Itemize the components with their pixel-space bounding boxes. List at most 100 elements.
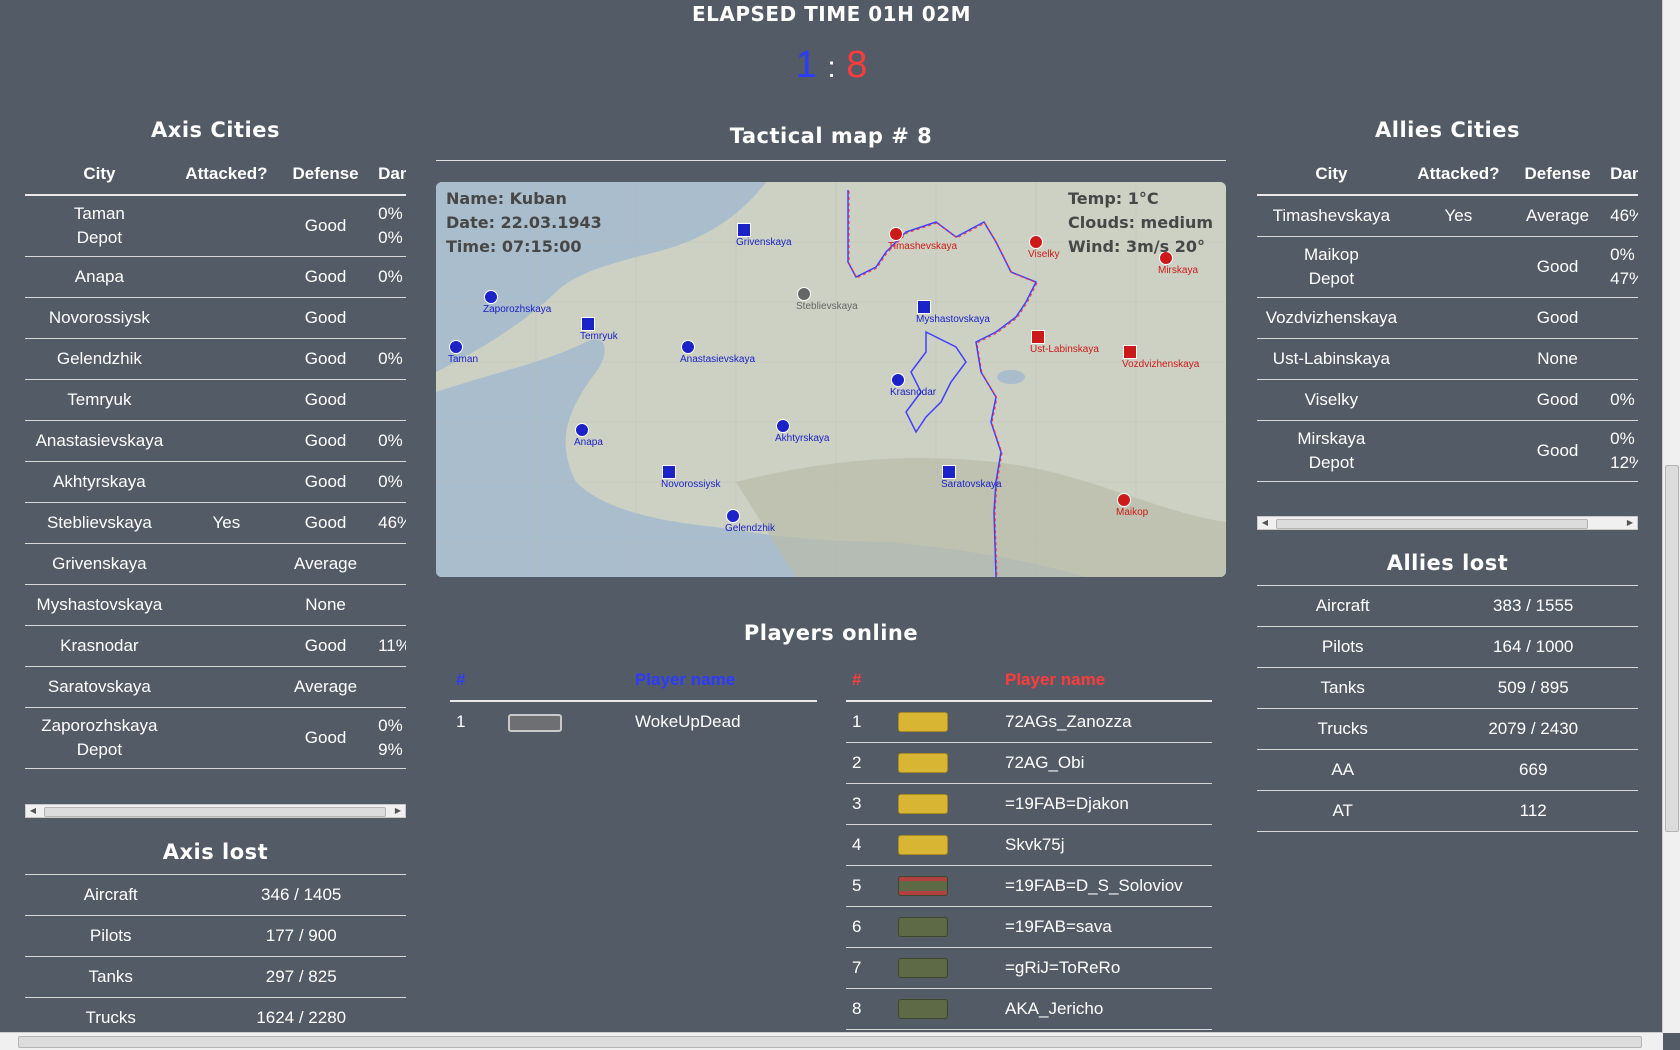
city-row: Saratovskaya Average (25, 666, 406, 708)
scroll-thumb[interactable] (44, 807, 386, 817)
col-defense[interactable]: Defense (279, 154, 373, 196)
map-divider (436, 160, 1226, 161)
player-rank (502, 701, 629, 742)
player-name[interactable]: =19FAB=D_S_Soloviov (999, 865, 1212, 907)
map-marker[interactable] (776, 419, 790, 433)
tactical-map[interactable]: Grivenskaya Timashevskaya Viselky Mirskaya Z… (436, 182, 1226, 577)
map-marker[interactable] (917, 300, 931, 314)
city-defense: Good (279, 195, 373, 257)
damage-line: 47% (1610, 269, 1638, 288)
scroll-right-icon[interactable]: ▶ (391, 805, 405, 817)
player-rank (892, 988, 999, 1030)
map-marker[interactable] (737, 223, 751, 237)
player-row[interactable]: 4 Skvk75j (846, 824, 1212, 866)
player-row[interactable]: 3 =19FAB=Djakon (846, 783, 1212, 825)
map-city-label: Zaporozhskaya (483, 304, 552, 315)
city-defense: Good (279, 338, 373, 380)
scroll-right-icon[interactable]: ▶ (1623, 517, 1637, 529)
col-damage[interactable]: Dama (1604, 154, 1638, 196)
city-damage (1604, 297, 1638, 339)
player-row[interactable]: 8 AKA_Jericho (846, 988, 1212, 1030)
city-name: Saratovskaya (25, 666, 174, 708)
map-marker[interactable] (575, 423, 589, 437)
lost-label: AT (1257, 790, 1429, 832)
scroll-left-icon[interactable]: ◀ (26, 805, 40, 817)
map-marker[interactable] (581, 317, 595, 331)
city-damage: 0%12% (1604, 420, 1638, 482)
map-marker[interactable] (1123, 345, 1137, 359)
page-vertical-scrollbar[interactable] (1662, 0, 1680, 1033)
city-attacked (1405, 297, 1512, 339)
player-row[interactable]: 7 =gRiJ=ToReRo (846, 947, 1212, 989)
city-attacked (173, 666, 280, 708)
lost-label: AA (1257, 749, 1429, 791)
map-marker[interactable] (891, 373, 905, 387)
map-marker[interactable] (797, 287, 811, 301)
col-attacked[interactable]: Attacked? (1405, 154, 1512, 196)
player-name[interactable]: WokeUpDead (629, 701, 817, 742)
col-city[interactable]: City (25, 154, 174, 196)
player-row[interactable]: 5 =19FAB=D_S_Soloviov (846, 865, 1212, 907)
player-num: 1 (456, 712, 466, 731)
map-marker[interactable] (1029, 235, 1043, 249)
axis-col-name: Player name (629, 660, 817, 702)
col-attacked[interactable]: Attacked? (173, 154, 280, 196)
col-defense[interactable]: Defense (1511, 154, 1605, 196)
player-num: 8 (846, 988, 892, 1030)
map-city-label: Saratovskaya (941, 479, 1002, 490)
map-marker[interactable] (1031, 330, 1045, 344)
city-name-line: Steblievskaya (46, 513, 152, 532)
city-name-line: Novorossiysk (48, 308, 150, 327)
map-city-label: Temryuk (580, 331, 618, 342)
col-city[interactable]: City (1257, 154, 1406, 196)
axis-cities-scrollbar[interactable]: ◀ ▶ (25, 804, 406, 818)
player-rank (892, 824, 999, 866)
rank-insignia-icon (898, 999, 948, 1020)
city-attacked (1405, 420, 1512, 482)
scroll-thumb[interactable] (1276, 519, 1588, 529)
player-row[interactable]: 1 72AGs_Zanozza (846, 701, 1212, 743)
player-row[interactable]: 2 72AG_Obi (846, 742, 1212, 784)
city-damage: 46% (372, 502, 406, 544)
city-name-line: Gelendzhik (56, 349, 142, 368)
scroll-thumb[interactable] (18, 1036, 1642, 1048)
lost-label: Pilots (1257, 626, 1429, 668)
damage-line: 0% (378, 472, 403, 491)
city-name-line: Anastasievskaya (35, 431, 164, 450)
map-marker[interactable] (1117, 493, 1131, 507)
map-marker[interactable] (662, 465, 676, 479)
player-rank (892, 701, 999, 743)
city-defense: Good (279, 379, 373, 421)
map-city-label: Akhtyrskaya (775, 433, 830, 444)
page-horizontal-scrollbar[interactable] (0, 1032, 1663, 1050)
map-city-label: Viselky (1028, 249, 1060, 260)
city-attacked: Yes (173, 502, 280, 544)
map-name: Name: Kuban (446, 189, 567, 208)
player-name[interactable]: 72AG_Obi (999, 742, 1212, 784)
map-marker[interactable] (484, 290, 498, 304)
damage-line (378, 593, 406, 617)
player-name[interactable]: =19FAB=sava (999, 906, 1212, 948)
map-marker[interactable] (449, 340, 463, 354)
allies-col-num: # (846, 660, 892, 702)
player-name[interactable]: AKA_Jericho (999, 988, 1212, 1030)
player-row[interactable]: 6 =19FAB=sava (846, 906, 1212, 948)
player-name[interactable]: =gRiJ=ToReRo (999, 947, 1212, 989)
city-damage: 11% (372, 625, 406, 667)
map-marker[interactable] (681, 340, 695, 354)
scroll-thumb[interactable] (1665, 465, 1679, 832)
city-defense: Good (279, 461, 373, 503)
player-name[interactable]: 72AGs_Zanozza (999, 701, 1212, 743)
lost-label: Aircraft (25, 874, 197, 916)
col-damage[interactable]: Damag (372, 154, 406, 196)
player-row[interactable]: 1 WokeUpDead (450, 701, 817, 742)
map-marker[interactable] (889, 227, 903, 241)
map-marker[interactable] (942, 465, 956, 479)
allies-cities-scrollbar[interactable]: ◀ ▶ (1257, 516, 1638, 530)
map-marker[interactable] (726, 509, 740, 523)
player-name[interactable]: =19FAB=Djakon (999, 783, 1212, 825)
damage-line: 0% (378, 267, 403, 286)
player-name[interactable]: Skvk75j (999, 824, 1212, 866)
scroll-left-icon[interactable]: ◀ (1258, 517, 1272, 529)
score-separator: : (827, 51, 836, 84)
